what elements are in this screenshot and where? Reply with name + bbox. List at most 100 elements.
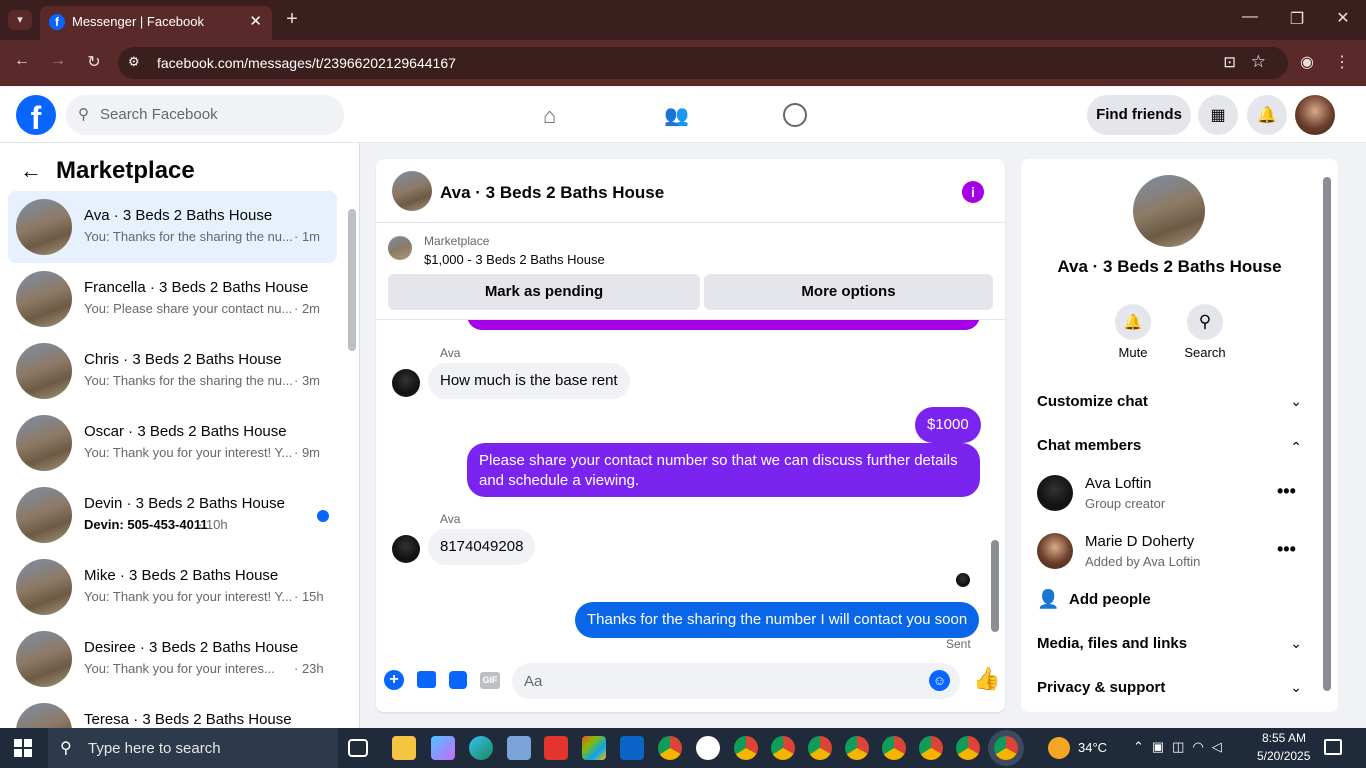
clock-date[interactable]: 5/20/2025	[1257, 749, 1310, 763]
notification-center-icon[interactable]	[1324, 739, 1342, 755]
add-person-icon[interactable]: 👤	[1037, 589, 1059, 610]
photo-icon[interactable]	[417, 671, 436, 688]
edge-icon[interactable]	[469, 736, 493, 760]
chrome-active-icon[interactable]	[994, 736, 1018, 760]
search-facebook-input[interactable]: ⚲ Search Facebook	[66, 95, 344, 135]
friends-icon[interactable]: 👥	[664, 103, 689, 128]
weather-temp[interactable]: 34°C	[1078, 740, 1107, 755]
mark-pending-button[interactable]: Mark as pending	[388, 274, 700, 310]
facebook-logo-icon[interactable]: f	[16, 95, 56, 136]
message-bubble[interactable]: Thanks for the sharing the number I will…	[575, 602, 980, 638]
install-app-icon[interactable]: ⊡	[1223, 53, 1236, 71]
message-bubble[interactable]: How much is the base rent	[428, 363, 630, 399]
file-explorer-icon[interactable]	[392, 736, 416, 760]
system-tray-icons[interactable]: ⌃▣◫◠◁	[1133, 739, 1230, 755]
message-input[interactable]: Aa ☺	[512, 663, 960, 699]
store-icon[interactable]	[582, 736, 606, 760]
sender-avatar[interactable]	[392, 369, 420, 397]
sidebar-scrollbar[interactable]	[348, 209, 356, 351]
outlook-icon[interactable]	[620, 736, 644, 760]
new-tab-icon[interactable]: +	[282, 8, 302, 30]
media-files-links-row[interactable]: Media, files and links	[1037, 635, 1187, 652]
conversation-item[interactable]: Ava · 3 Beds 2 Baths House You: Thanks fo…	[8, 191, 337, 263]
chrome-icon[interactable]	[734, 736, 758, 760]
notifications-bell-icon[interactable]: 🔔	[1247, 95, 1287, 135]
conversation-item[interactable]: Oscar · 3 Beds 2 Baths House You: Thank y…	[8, 407, 337, 479]
groups-icon[interactable]	[783, 103, 807, 127]
tab-list-icon[interactable]: ▾	[8, 10, 32, 30]
sticker-icon[interactable]	[449, 671, 467, 689]
menu-grid-icon[interactable]: ▦	[1198, 95, 1238, 135]
minimize-icon[interactable]: —	[1240, 8, 1260, 26]
chat-thumbnail[interactable]	[392, 171, 432, 211]
back-icon[interactable]: ←	[12, 52, 32, 70]
member-avatar[interactable]	[1037, 475, 1073, 511]
chrome-icon[interactable]	[956, 736, 980, 760]
member-avatar[interactable]	[1037, 533, 1073, 569]
add-circle-icon[interactable]: +	[384, 670, 404, 690]
chrome-icon[interactable]	[845, 736, 869, 760]
weather-icon[interactable]	[1048, 737, 1070, 759]
anydesk-icon[interactable]	[544, 736, 568, 760]
chrome-icon[interactable]	[919, 736, 943, 760]
conversation-item[interactable]: Devin · 3 Beds 2 Baths House Devin: 505-4…	[8, 479, 337, 551]
conversation-item[interactable]: Francella · 3 Beds 2 Baths House You: Ple…	[8, 263, 337, 335]
forward-icon[interactable]: →	[48, 52, 68, 70]
search-conversation-icon[interactable]: ⚲	[1187, 304, 1223, 340]
customize-chat-row[interactable]: Customize chat	[1037, 393, 1148, 410]
chat-members-row[interactable]: Chat members	[1037, 437, 1141, 454]
listing-detail[interactable]: $1,000 - 3 Beds 2 Baths House	[424, 252, 605, 267]
clock-time[interactable]: 8:55 AM	[1262, 731, 1306, 745]
windows-start-icon[interactable]	[14, 739, 32, 757]
tab-close-icon[interactable]: ✕	[249, 12, 262, 30]
message-bubble[interactable]: Please share your contact number so that…	[467, 443, 980, 497]
info-icon[interactable]: i	[962, 181, 984, 203]
conversation-item[interactable]: Mike · 3 Beds 2 Baths House You: Thank yo…	[8, 551, 337, 623]
whatsapp-icon[interactable]	[696, 736, 720, 760]
conversation-item[interactable]: Teresa · 3 Beds 2 Baths House	[8, 695, 337, 728]
chevron-down-icon[interactable]: ⌄	[1290, 635, 1302, 652]
emoji-icon[interactable]: ☺	[929, 670, 950, 691]
chevron-up-icon[interactable]: ⌃	[1290, 439, 1302, 456]
listing-thumbnail[interactable]	[388, 236, 412, 260]
details-scrollbar[interactable]	[1323, 177, 1331, 691]
message-bubble[interactable]: $1000	[915, 407, 981, 443]
copilot-icon[interactable]	[431, 736, 455, 760]
chrome-icon[interactable]	[658, 736, 682, 760]
chrome-icon[interactable]	[771, 736, 795, 760]
member-name[interactable]: Marie D Doherty	[1085, 533, 1194, 550]
add-people-button[interactable]: Add people	[1069, 591, 1151, 608]
app-icon[interactable]	[507, 736, 531, 760]
bookmark-star-icon[interactable]: ☆	[1251, 52, 1266, 72]
task-view-icon[interactable]	[348, 739, 368, 757]
member-more-icon[interactable]: •••	[1277, 539, 1296, 560]
member-name[interactable]: Ava Loftin	[1085, 475, 1151, 492]
more-options-button[interactable]: More options	[704, 274, 993, 310]
browser-tab[interactable]: f Messenger | Facebook ✕	[40, 6, 272, 40]
chevron-down-icon[interactable]: ⌄	[1290, 393, 1302, 410]
browser-menu-icon[interactable]: ⋮	[1334, 52, 1350, 72]
account-avatar[interactable]	[1295, 95, 1335, 135]
gif-icon[interactable]: GIF	[480, 672, 500, 689]
sender-avatar[interactable]	[392, 535, 420, 563]
find-friends-button[interactable]: Find friends	[1087, 95, 1191, 135]
profile-icon[interactable]: ◉	[1297, 52, 1317, 72]
messages-scrollbar[interactable]	[991, 540, 999, 632]
taskbar-search[interactable]: ⚲ Type here to search	[48, 728, 338, 768]
back-arrow-icon[interactable]: ←	[20, 158, 42, 184]
chrome-icon[interactable]	[882, 736, 906, 760]
window-close-icon[interactable]: ✕	[1333, 8, 1353, 28]
privacy-support-row[interactable]: Privacy & support	[1037, 679, 1165, 696]
restore-icon[interactable]: ❐	[1287, 9, 1307, 29]
message-bubble[interactable]: 8174049208	[428, 529, 536, 565]
chrome-icon[interactable]	[808, 736, 832, 760]
conversation-item[interactable]: Desiree · 3 Beds 2 Baths House You: Thank…	[8, 623, 337, 695]
reload-icon[interactable]: ↻	[84, 52, 104, 72]
like-thumb-icon[interactable]: 👍	[973, 666, 1000, 692]
chevron-down-icon[interactable]: ⌄	[1290, 679, 1302, 696]
mute-bell-icon[interactable]: 🔔	[1115, 304, 1151, 340]
member-more-icon[interactable]: •••	[1277, 481, 1296, 502]
url-bar[interactable]: ⚙ facebook.com/messages/t/23966202129644…	[118, 47, 1288, 79]
home-icon[interactable]: ⌂	[543, 103, 556, 129]
details-thumbnail[interactable]	[1133, 175, 1205, 247]
